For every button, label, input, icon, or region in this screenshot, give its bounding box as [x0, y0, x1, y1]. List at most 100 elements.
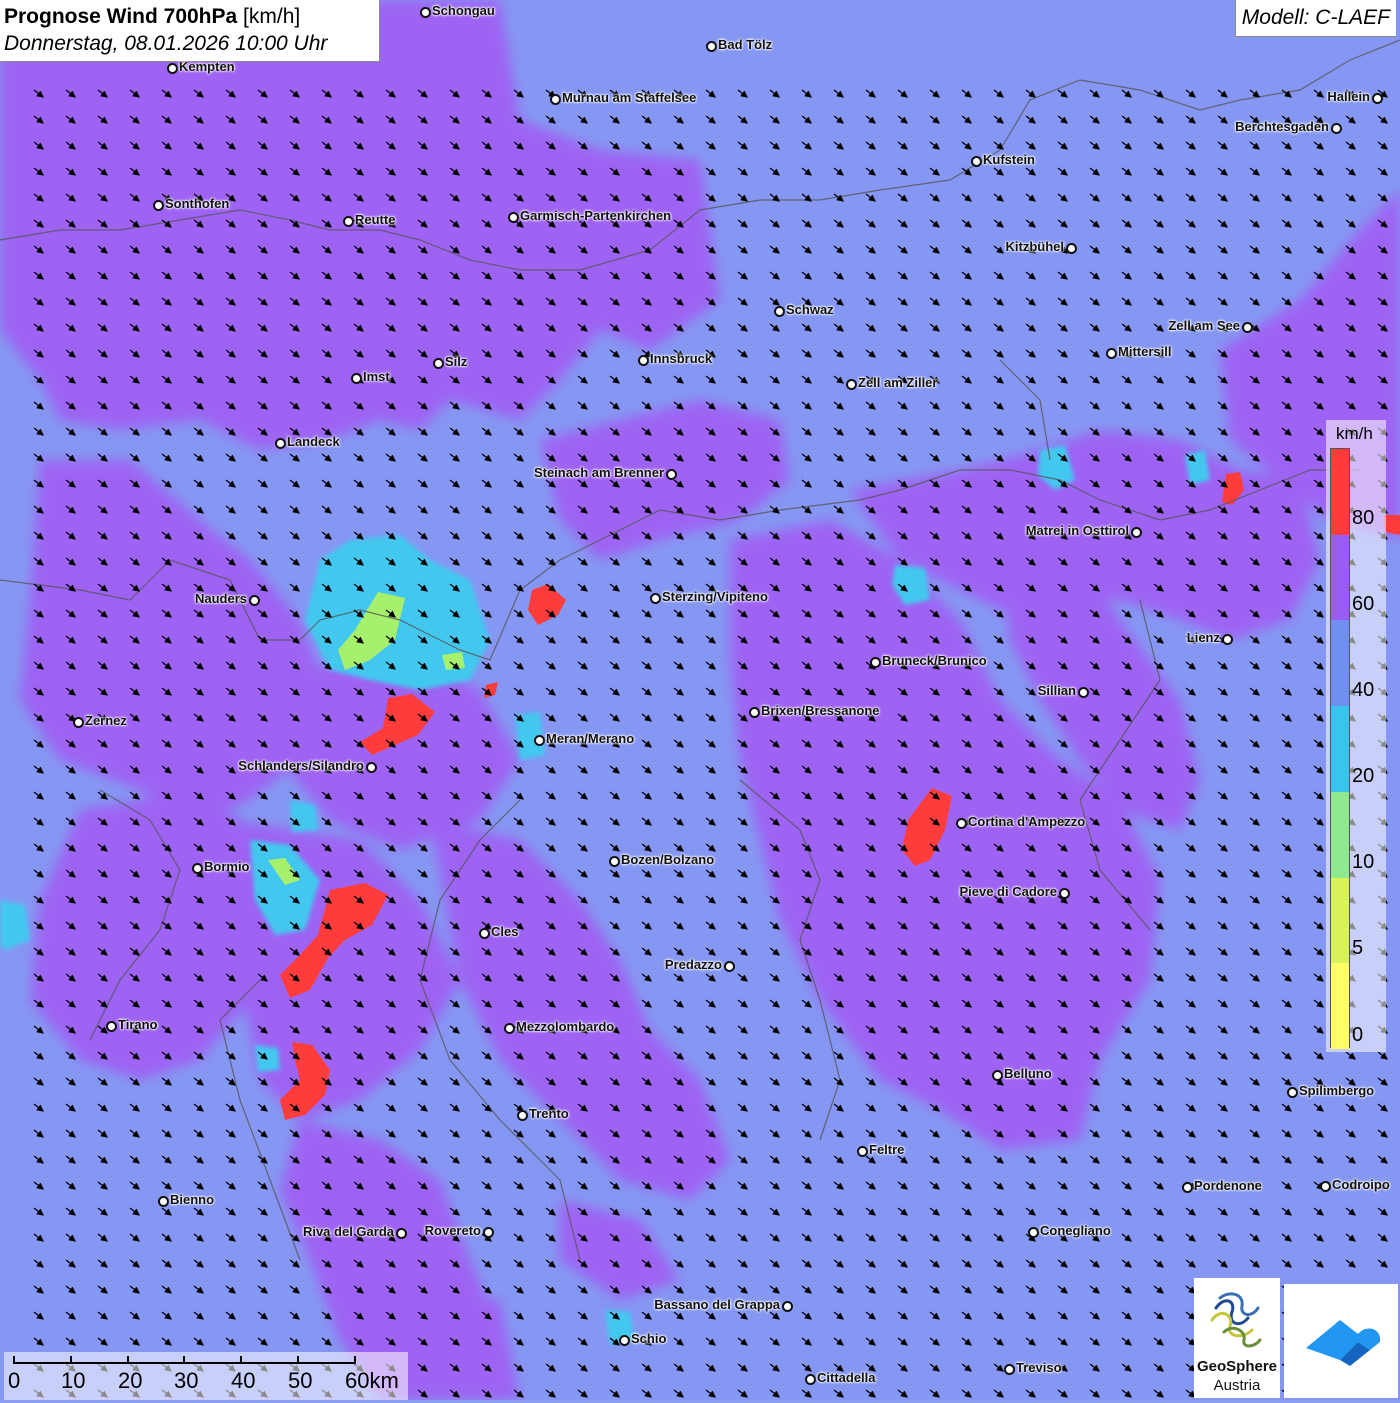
city-marker-icon: [275, 438, 286, 449]
legend-tick-label: 20: [1352, 765, 1375, 787]
city-marker-icon: [479, 928, 490, 939]
legend-tick-label: 80: [1352, 507, 1375, 529]
city-marker-icon: [724, 961, 735, 972]
city-label: Sonthofen: [165, 196, 230, 211]
city-marker-icon: [106, 1021, 117, 1032]
city-marker-icon: [504, 1023, 515, 1034]
city-label: Berchtesgaden: [1235, 119, 1329, 134]
geosphere-name: GeoSphere: [1196, 1358, 1278, 1375]
legend-unit: km/h: [1336, 424, 1373, 443]
legend-color-segment: [1331, 963, 1349, 1049]
city-marker-icon: [619, 1335, 630, 1346]
city-marker-icon: [1331, 123, 1342, 134]
city-marker-icon: [1078, 687, 1089, 698]
title-line: Prognose Wind 700hPa [km/h]: [4, 4, 375, 30]
city-label: Feltre: [869, 1142, 905, 1157]
city-label: Kempten: [179, 59, 235, 74]
city-label: Schongau: [432, 3, 495, 18]
city-marker-icon: [1028, 1227, 1039, 1238]
scale-tick: [183, 1356, 185, 1364]
city-marker-icon: [1182, 1182, 1193, 1193]
city-label: Matrei in Osttirol: [1025, 523, 1129, 538]
city-marker-icon: [1004, 1364, 1015, 1375]
city-label: Silz: [445, 354, 468, 369]
city-marker-icon: [1242, 322, 1253, 333]
city-label: Bad Tölz: [718, 37, 773, 52]
city-marker-icon: [158, 1196, 169, 1207]
city-label: Tirano: [118, 1017, 158, 1032]
city-marker-icon: [1131, 527, 1142, 538]
city-marker-icon: [153, 200, 164, 211]
city-marker-icon: [956, 818, 967, 829]
legend-tick-label: 5: [1352, 937, 1364, 959]
model-label: Modell: C-LAEF: [1234, 0, 1396, 37]
city-marker-icon: [396, 1228, 407, 1239]
geosphere-country: Austria: [1213, 1377, 1261, 1394]
city-marker-icon: [1287, 1087, 1298, 1098]
city-label: Bienno: [170, 1192, 215, 1207]
city-marker-icon: [192, 863, 203, 874]
city-marker-icon: [1106, 348, 1117, 359]
city-marker-icon: [638, 355, 649, 366]
scale-bar: 0 10 20 30 40 50 60km: [4, 1352, 408, 1400]
legend-color-segment: [1331, 534, 1349, 621]
city-label: Pordenone: [1194, 1178, 1262, 1193]
city-label: Conegliano: [1040, 1223, 1111, 1238]
city-label: Bormio: [204, 859, 250, 874]
city-label: Spilimbergo: [1299, 1083, 1375, 1098]
scale-tick: [70, 1356, 72, 1364]
city-label: Cittadella: [817, 1370, 876, 1385]
legend-color-bar: [1330, 448, 1350, 1049]
city-marker-icon: [534, 735, 545, 746]
legend-tick-label: 10: [1352, 851, 1375, 873]
city-label: Lienz: [1186, 630, 1220, 645]
city-marker-icon: [351, 373, 362, 384]
scale-label: 40: [231, 1368, 256, 1393]
city-label: Innsbruck: [650, 351, 713, 366]
city-label: Steinach am Brenner: [533, 465, 664, 480]
city-label: Schio: [631, 1331, 667, 1346]
city-label: Cles: [491, 924, 519, 939]
color-legend: km/h 80 60 40 20 10 5 0: [1326, 420, 1386, 1052]
city-label: Belluno: [1004, 1066, 1052, 1081]
city-marker-icon: [971, 156, 982, 167]
city-marker-icon: [992, 1070, 1003, 1081]
city-marker-icon: [857, 1146, 868, 1157]
geosphere-emblem-icon: [1210, 1292, 1262, 1348]
scale-tick: [297, 1356, 299, 1364]
map-unit: [km/h]: [243, 5, 301, 28]
legend-tick-label: 40: [1352, 679, 1375, 701]
city-marker-icon: [609, 856, 620, 867]
city-label: Meran/Merano: [546, 731, 635, 746]
city-marker-icon: [1372, 93, 1383, 104]
city-label: Sillian: [1037, 683, 1076, 698]
legend-tick-label: 0: [1352, 1024, 1364, 1046]
city-label: Codroipo: [1332, 1177, 1390, 1192]
city-marker-icon: [517, 1110, 528, 1121]
city-label: Zell am Ziller: [858, 375, 938, 390]
city-label: Schwaz: [786, 302, 834, 317]
city-marker-icon: [706, 41, 717, 52]
city-label: Zernez: [85, 713, 127, 728]
city-label: Imst: [363, 369, 390, 384]
scale-tick: [240, 1356, 242, 1364]
title-box: Prognose Wind 700hPa [km/h] Donnerstag, …: [0, 0, 380, 62]
city-label: Murnau am Staffelsee: [562, 90, 697, 105]
city-label: Landeck: [287, 434, 340, 449]
city-marker-icon: [550, 94, 561, 105]
map-title: Prognose Wind 700hPa: [4, 5, 238, 28]
city-label: Rovereto: [424, 1223, 481, 1238]
legend-tick-label: 60: [1352, 593, 1375, 615]
city-label: Bozen/Bolzano: [621, 852, 715, 867]
scale-tick: [127, 1356, 129, 1364]
city-marker-icon: [420, 7, 431, 18]
city-marker-icon: [1059, 888, 1070, 899]
city-marker-icon: [666, 469, 677, 480]
city-marker-icon: [749, 707, 760, 718]
scale-label: 50: [288, 1368, 313, 1393]
scale-tick: [13, 1356, 15, 1364]
city-label: Zell am See: [1168, 318, 1240, 333]
scale-label: 60km: [345, 1368, 399, 1393]
forecast-datetime: Donnerstag, 08.01.2026 10:00 Uhr: [4, 32, 328, 55]
legend-color-segment: [1331, 706, 1349, 792]
